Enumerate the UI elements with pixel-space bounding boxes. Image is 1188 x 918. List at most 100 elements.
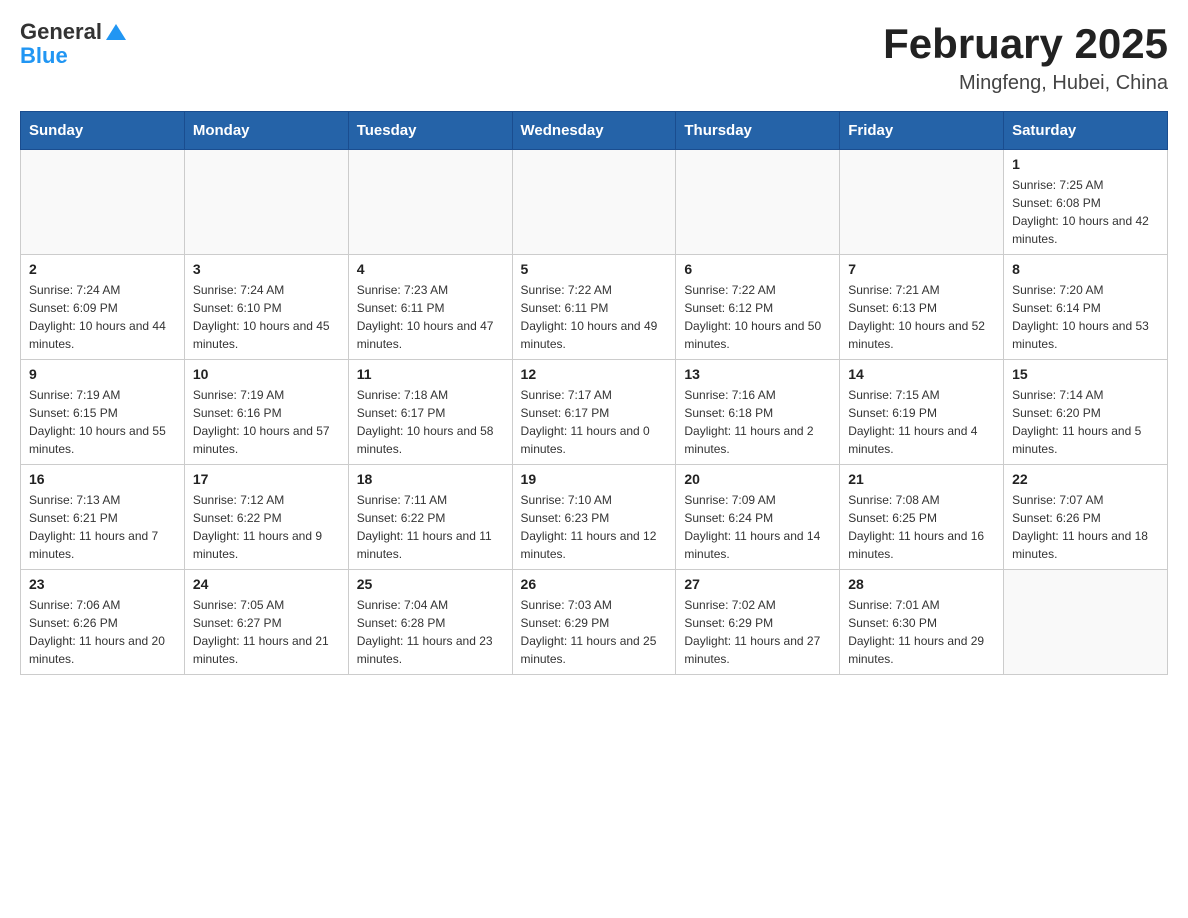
day-info: Sunrise: 7:02 AMSunset: 6:29 PMDaylight:… [684,596,831,668]
week-row-1: 1 Sunrise: 7:25 AMSunset: 6:08 PMDaylight… [21,150,1168,255]
calendar-cell: 14 Sunrise: 7:15 AMSunset: 6:19 PMDayligh… [840,360,1004,465]
calendar-header: SundayMondayTuesdayWednesdayThursdayFrid… [21,112,1168,150]
day-number: 2 [29,261,176,277]
day-number: 21 [848,471,995,487]
calendar-cell: 27 Sunrise: 7:02 AMSunset: 6:29 PMDayligh… [676,570,840,675]
day-info: Sunrise: 7:16 AMSunset: 6:18 PMDaylight:… [684,386,831,458]
day-number: 17 [193,471,340,487]
day-info: Sunrise: 7:17 AMSunset: 6:17 PMDaylight:… [521,386,668,458]
day-number: 25 [357,576,504,592]
calendar-cell: 22 Sunrise: 7:07 AMSunset: 6:26 PMDayligh… [1004,465,1168,570]
title-section: February 2025 Mingfeng, Hubei, China [883,20,1168,95]
day-info: Sunrise: 7:04 AMSunset: 6:28 PMDaylight:… [357,596,504,668]
logo: General Blue [20,20,126,68]
day-info: Sunrise: 7:11 AMSunset: 6:22 PMDaylight:… [357,491,504,563]
calendar-cell [840,150,1004,255]
day-number: 22 [1012,471,1159,487]
calendar-cell: 20Sunrise: 7:09 AMSunset: 6:24 PMDayligh… [676,465,840,570]
calendar-cell [21,150,185,255]
calendar-cell: 8 Sunrise: 7:20 AMSunset: 6:14 PMDaylight… [1004,255,1168,360]
day-number: 3 [193,261,340,277]
day-number: 16 [29,471,176,487]
day-number: 11 [357,366,504,382]
page-header: General Blue February 2025 Mingfeng, Hub… [20,20,1168,95]
calendar-cell: 24 Sunrise: 7:05 AMSunset: 6:27 PMDayligh… [184,570,348,675]
calendar-cell: 13 Sunrise: 7:16 AMSunset: 6:18 PMDayligh… [676,360,840,465]
day-info: Sunrise: 7:22 AMSunset: 6:11 PMDaylight:… [521,281,668,353]
calendar-cell: 16 Sunrise: 7:13 AMSunset: 6:21 PMDayligh… [21,465,185,570]
week-row-5: 23 Sunrise: 7:06 AMSunset: 6:26 PMDayligh… [21,570,1168,675]
day-info: Sunrise: 7:10 AMSunset: 6:23 PMDaylight:… [521,491,668,563]
calendar-cell: 19Sunrise: 7:10 AMSunset: 6:23 PMDayligh… [512,465,676,570]
day-number: 1 [1012,156,1159,172]
calendar-cell [512,150,676,255]
location-text: Mingfeng, Hubei, China [883,72,1168,95]
day-info: Sunrise: 7:05 AMSunset: 6:27 PMDaylight:… [193,596,340,668]
day-number: 4 [357,261,504,277]
day-number: 24 [193,576,340,592]
calendar-cell: 25 Sunrise: 7:04 AMSunset: 6:28 PMDayligh… [348,570,512,675]
day-info: Sunrise: 7:15 AMSunset: 6:19 PMDaylight:… [848,386,995,458]
day-info: Sunrise: 7:13 AMSunset: 6:21 PMDaylight:… [29,491,176,563]
day-info: Sunrise: 7:20 AMSunset: 6:14 PMDaylight:… [1012,281,1159,353]
day-info: Sunrise: 7:19 AMSunset: 6:16 PMDaylight:… [193,386,340,458]
calendar-cell: 2 Sunrise: 7:24 AMSunset: 6:09 PMDaylight… [21,255,185,360]
week-row-4: 16 Sunrise: 7:13 AMSunset: 6:21 PMDayligh… [21,465,1168,570]
calendar-body: 1 Sunrise: 7:25 AMSunset: 6:08 PMDaylight… [21,150,1168,675]
calendar-cell: 1 Sunrise: 7:25 AMSunset: 6:08 PMDaylight… [1004,150,1168,255]
day-number: 18 [357,471,504,487]
day-info: Sunrise: 7:24 AMSunset: 6:10 PMDaylight:… [193,281,340,353]
day-number: 5 [521,261,668,277]
day-number: 23 [29,576,176,592]
calendar-cell [676,150,840,255]
day-info: Sunrise: 7:06 AMSunset: 6:26 PMDaylight:… [29,596,176,668]
calendar-cell: 10 Sunrise: 7:19 AMSunset: 6:16 PMDayligh… [184,360,348,465]
calendar-cell: 11 Sunrise: 7:18 AMSunset: 6:17 PMDayligh… [348,360,512,465]
calendar-cell: 6 Sunrise: 7:22 AMSunset: 6:12 PMDaylight… [676,255,840,360]
day-number: 15 [1012,366,1159,382]
day-number: 28 [848,576,995,592]
calendar-cell: 7 Sunrise: 7:21 AMSunset: 6:13 PMDaylight… [840,255,1004,360]
week-row-2: 2 Sunrise: 7:24 AMSunset: 6:09 PMDaylight… [21,255,1168,360]
calendar-cell: 12 Sunrise: 7:17 AMSunset: 6:17 PMDayligh… [512,360,676,465]
calendar-cell: 9 Sunrise: 7:19 AMSunset: 6:15 PMDaylight… [21,360,185,465]
calendar-cell [1004,570,1168,675]
day-info: Sunrise: 7:03 AMSunset: 6:29 PMDaylight:… [521,596,668,668]
calendar-cell: 4 Sunrise: 7:23 AMSunset: 6:11 PMDaylight… [348,255,512,360]
day-number: 12 [521,366,668,382]
weekday-header-saturday: Saturday [1004,112,1168,150]
weekday-header-monday: Monday [184,112,348,150]
calendar-cell: 3 Sunrise: 7:24 AMSunset: 6:10 PMDaylight… [184,255,348,360]
logo-triangle-icon [106,24,126,40]
logo-blue-text: Blue [20,43,68,68]
day-number: 9 [29,366,176,382]
weekday-header-friday: Friday [840,112,1004,150]
day-number: 14 [848,366,995,382]
day-number: 26 [521,576,668,592]
day-info: Sunrise: 7:22 AMSunset: 6:12 PMDaylight:… [684,281,831,353]
day-number: 20 [684,471,831,487]
weekday-header-wednesday: Wednesday [512,112,676,150]
calendar-table: SundayMondayTuesdayWednesdayThursdayFrid… [20,111,1168,675]
day-number: 13 [684,366,831,382]
day-number: 8 [1012,261,1159,277]
day-info: Sunrise: 7:25 AMSunset: 6:08 PMDaylight:… [1012,176,1159,248]
calendar-cell: 18 Sunrise: 7:11 AMSunset: 6:22 PMDayligh… [348,465,512,570]
day-info: Sunrise: 7:24 AMSunset: 6:09 PMDaylight:… [29,281,176,353]
day-number: 7 [848,261,995,277]
day-info: Sunrise: 7:01 AMSunset: 6:30 PMDaylight:… [848,596,995,668]
calendar-cell: 28 Sunrise: 7:01 AMSunset: 6:30 PMDayligh… [840,570,1004,675]
weekday-header-sunday: Sunday [21,112,185,150]
day-info: Sunrise: 7:18 AMSunset: 6:17 PMDaylight:… [357,386,504,458]
calendar-cell: 15Sunrise: 7:14 AMSunset: 6:20 PMDayligh… [1004,360,1168,465]
day-number: 10 [193,366,340,382]
day-info: Sunrise: 7:19 AMSunset: 6:15 PMDaylight:… [29,386,176,458]
week-row-3: 9 Sunrise: 7:19 AMSunset: 6:15 PMDaylight… [21,360,1168,465]
calendar-cell [348,150,512,255]
day-info: Sunrise: 7:07 AMSunset: 6:26 PMDaylight:… [1012,491,1159,563]
day-info: Sunrise: 7:21 AMSunset: 6:13 PMDaylight:… [848,281,995,353]
day-number: 6 [684,261,831,277]
month-title: February 2025 [883,20,1168,68]
day-info: Sunrise: 7:23 AMSunset: 6:11 PMDaylight:… [357,281,504,353]
day-number: 27 [684,576,831,592]
